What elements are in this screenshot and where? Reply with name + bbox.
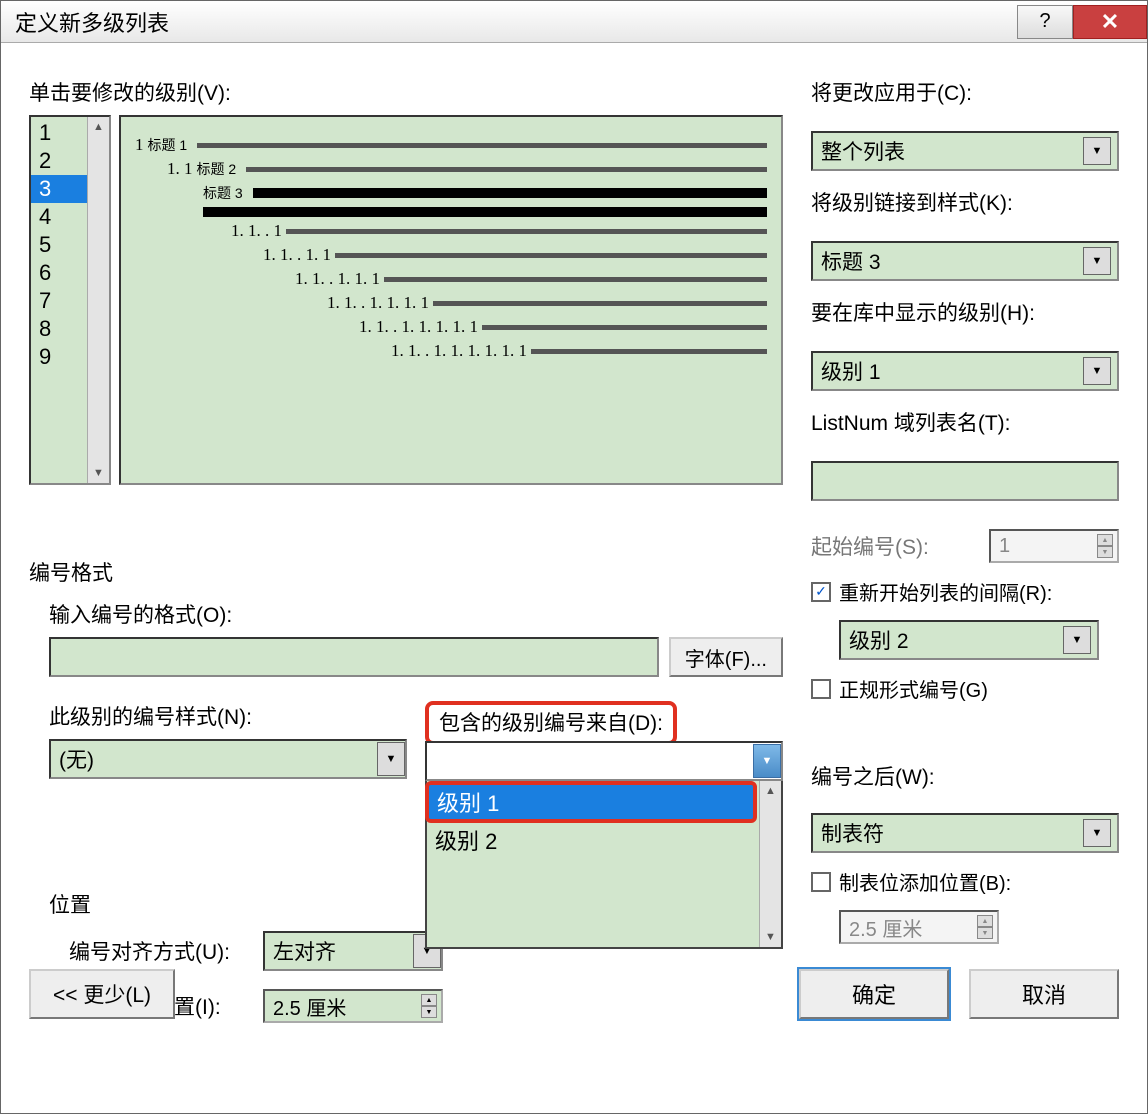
dialog-body: 单击要修改的级别(V): 123456789 ▲ ▼ 1标题 11. 1标题 2…	[1, 43, 1147, 1043]
cancel-button[interactable]: 取消	[969, 969, 1119, 1019]
preview-pane: 1标题 1 1. 1标题 2 标题 3 1. 1. . 1 1. 1. . 1. 1 1.…	[119, 115, 783, 485]
include-from-dropdown[interactable]: ▼ 级别 1级别 2 ▲ ▼	[425, 741, 783, 949]
tab-add-label: 制表位添加位置(B):	[839, 867, 1011, 896]
preview-line: 1. 1标题 2	[135, 159, 767, 179]
less-button[interactable]: << 更少(L)	[29, 969, 175, 1019]
dropdown-arrow-icon: ▼	[753, 744, 781, 778]
level-item[interactable]: 8	[31, 315, 87, 343]
dropdown-arrow-icon: ▼	[1083, 247, 1111, 275]
align-value: 左对齐	[273, 936, 336, 966]
gallery-level-select[interactable]: 级别 1 ▼	[811, 351, 1119, 391]
preview-line: 1标题 1	[135, 135, 767, 155]
restart-label: 重新开始列表的间隔(R):	[839, 577, 1052, 606]
scroll-up-icon[interactable]: ▲	[88, 117, 109, 137]
help-button[interactable]: ?	[1017, 5, 1073, 39]
start-at-label: 起始编号(S):	[811, 531, 979, 561]
font-button[interactable]: 字体(F)...	[669, 637, 783, 677]
link-style-value: 标题 3	[821, 246, 881, 276]
dialog-define-multilevel-list: 定义新多级列表 ? ✕ 单击要修改的级别(V): 123456789 ▲ ▼ 1…	[0, 0, 1148, 1114]
preview-line: 1. 1. . 1	[135, 221, 767, 241]
preview-line: 1. 1. . 1. 1	[135, 245, 767, 265]
dialog-title: 定义新多级列表	[15, 6, 1017, 38]
tab-add-checkbox[interactable]	[811, 872, 831, 892]
close-button[interactable]: ✕	[1073, 5, 1147, 39]
preview-line: 标题 3	[135, 183, 767, 203]
number-format-section-title: 编号格式	[29, 557, 783, 587]
level-item[interactable]: 7	[31, 287, 87, 315]
scroll-down-icon[interactable]: ▼	[760, 927, 781, 947]
tab-add-value: 2.5 厘米	[849, 913, 922, 942]
level-list[interactable]: 123456789 ▲ ▼	[29, 115, 111, 485]
level-scrollbar[interactable]: ▲ ▼	[87, 117, 109, 483]
dropdown-arrow-icon: ▼	[1083, 357, 1111, 385]
preview-line: 1. 1. . 1. 1. 1	[135, 269, 767, 289]
listnum-label: ListNum 域列表名(T):	[811, 407, 1119, 437]
preview-line: 1. 1. . 1. 1. 1. 1. 1	[135, 317, 767, 337]
number-format-input[interactable]	[49, 637, 659, 677]
legal-label: 正规形式编号(G)	[839, 674, 988, 703]
apply-to-select[interactable]: 整个列表 ▼	[811, 131, 1119, 171]
gallery-level-label: 要在库中显示的级别(H):	[811, 297, 1119, 327]
enter-format-label: 输入编号的格式(O):	[49, 599, 783, 629]
dropdown-arrow-icon: ▼	[1063, 626, 1091, 654]
restart-checkbox[interactable]: ✓	[811, 582, 831, 602]
legal-checkbox[interactable]	[811, 679, 831, 699]
level-item[interactable]: 5	[31, 231, 87, 259]
apply-to-label: 将更改应用于(C):	[811, 77, 1119, 107]
dropdown-scrollbar[interactable]: ▲ ▼	[759, 781, 781, 947]
preview-line	[135, 207, 767, 217]
dropdown-arrow-icon: ▼	[1083, 819, 1111, 847]
scroll-down-icon[interactable]: ▼	[88, 463, 109, 483]
start-at-spinner[interactable]: 1 ▲ ▼	[989, 529, 1119, 563]
level-item[interactable]: 1	[31, 119, 87, 147]
number-style-label: 此级别的编号样式(N):	[49, 701, 407, 731]
spin-down-icon[interactable]: ▼	[977, 927, 993, 939]
link-style-label: 将级别链接到样式(K):	[811, 187, 1119, 217]
restart-level-select[interactable]: 级别 2 ▼	[839, 620, 1099, 660]
spin-up-icon[interactable]: ▲	[1097, 534, 1113, 546]
preview-line: 1. 1. . 1. 1. 1. 1	[135, 293, 767, 313]
follow-value: 制表符	[821, 818, 884, 848]
level-item[interactable]: 9	[31, 343, 87, 371]
tab-add-spinner[interactable]: 2.5 厘米 ▲ ▼	[839, 910, 999, 944]
follow-label: 编号之后(W):	[811, 761, 1119, 791]
include-from-label: 包含的级别编号来自(D):	[439, 707, 663, 737]
level-item[interactable]: 6	[31, 259, 87, 287]
titlebar-buttons: ? ✕	[1017, 5, 1147, 39]
level-item[interactable]: 3	[31, 175, 87, 203]
dropdown-arrow-icon: ▼	[1083, 137, 1111, 165]
number-style-select[interactable]: (无) ▼	[49, 739, 407, 779]
ok-button[interactable]: 确定	[799, 969, 949, 1019]
titlebar: 定义新多级列表 ? ✕	[1, 1, 1147, 43]
include-from-highlight: 包含的级别编号来自(D):	[425, 701, 677, 745]
gallery-level-value: 级别 1	[821, 356, 881, 386]
listnum-input[interactable]	[811, 461, 1119, 501]
dropdown-option[interactable]: 级别 2	[427, 823, 759, 857]
spin-down-icon[interactable]: ▼	[1097, 546, 1113, 558]
apply-to-value: 整个列表	[821, 136, 905, 166]
spin-up-icon[interactable]: ▲	[977, 915, 993, 927]
align-label: 编号对齐方式(U):	[69, 936, 249, 966]
preview-line: 1. 1. . 1. 1. 1. 1. 1. 1	[135, 341, 767, 361]
link-style-select[interactable]: 标题 3 ▼	[811, 241, 1119, 281]
level-item[interactable]: 4	[31, 203, 87, 231]
scroll-up-icon[interactable]: ▲	[760, 781, 781, 801]
start-at-value: 1	[999, 535, 1010, 558]
click-level-label: 单击要修改的级别(V):	[29, 77, 783, 107]
level-item[interactable]: 2	[31, 147, 87, 175]
restart-level-value: 级别 2	[849, 625, 909, 655]
dropdown-option[interactable]: 级别 1	[425, 781, 757, 823]
include-from-select[interactable]: ▼	[425, 741, 783, 781]
align-select[interactable]: 左对齐 ▼	[263, 931, 443, 971]
dropdown-arrow-icon: ▼	[377, 742, 405, 776]
follow-select[interactable]: 制表符 ▼	[811, 813, 1119, 853]
number-style-value: (无)	[59, 744, 94, 774]
